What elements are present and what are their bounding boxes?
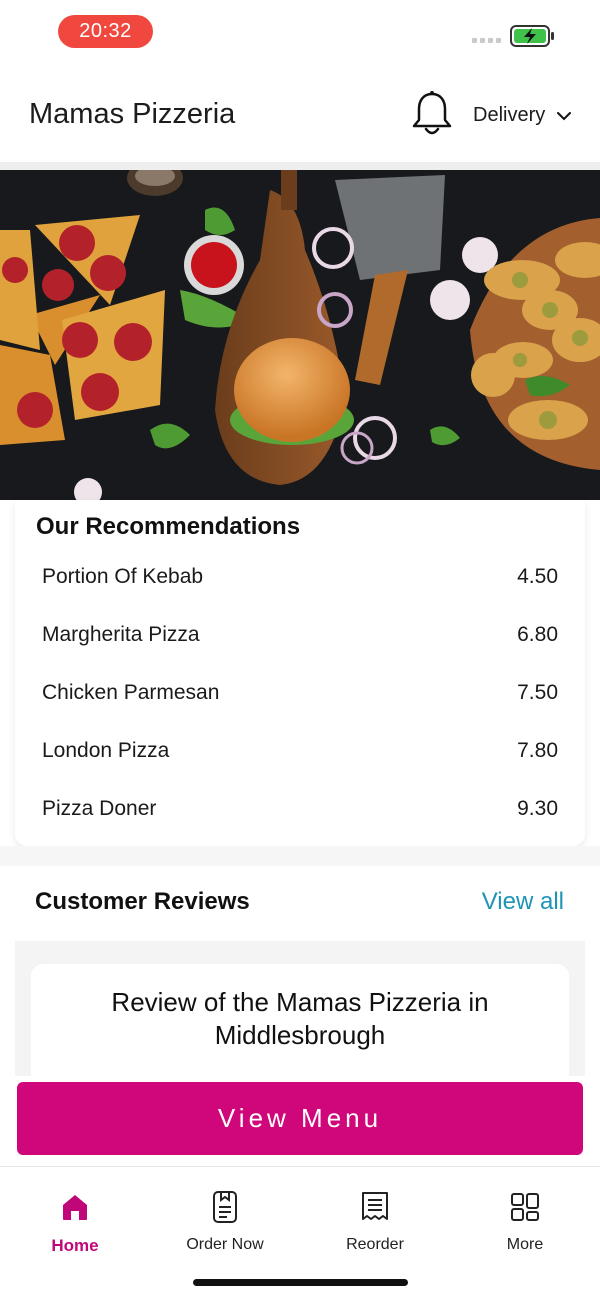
reviews-header: Customer Reviews View all — [15, 866, 585, 941]
nav-label: Order Now — [186, 1236, 264, 1253]
nav-item-reorder[interactable]: Reorder — [300, 1187, 450, 1254]
item-price: 6.80 — [517, 623, 558, 646]
item-price: 7.50 — [517, 681, 558, 704]
nav-label: Reorder — [346, 1236, 404, 1253]
hero-food-image — [0, 170, 600, 500]
recommendation-item[interactable]: Pizza Doner 9.30 — [42, 789, 558, 829]
nav-label: Home — [51, 1236, 99, 1255]
grid-icon — [511, 1193, 539, 1221]
review-card-title: Review of the Mamas Pizzeria in Middlesb… — [111, 987, 489, 1050]
item-price: 9.30 — [517, 797, 558, 820]
nav-label: More — [506, 1236, 544, 1253]
restaurant-title: Mamas Pizzeria — [29, 98, 236, 130]
item-name: Pizza Doner — [42, 797, 157, 820]
item-name: London Pizza — [42, 739, 170, 762]
review-card[interactable]: Review of the Mamas Pizzeria in Middlesb… — [31, 964, 569, 1084]
header-divider — [0, 162, 600, 170]
nav-item-home[interactable]: Home — [0, 1187, 150, 1256]
item-name: Portion Of Kebab — [42, 565, 204, 588]
item-name: Chicken Parmesan — [42, 681, 220, 704]
item-price: 4.50 — [517, 565, 558, 588]
recommendation-item[interactable]: Chicken Parmesan 7.50 — [42, 673, 558, 713]
status-bar: 20:32 — [0, 0, 600, 64]
order-icon — [213, 1191, 237, 1223]
home-icon — [63, 1195, 87, 1220]
delivery-selector[interactable]: Delivery — [473, 104, 572, 127]
view-all-link[interactable]: View all — [482, 888, 564, 916]
chevron-down-icon — [557, 111, 572, 120]
customer-reviews-section: Customer Reviews View all Review of the … — [15, 866, 585, 1084]
status-time: 20:32 — [58, 15, 153, 48]
recommendation-item[interactable]: Portion Of Kebab 4.50 — [42, 557, 558, 597]
notification-bell-icon[interactable] — [412, 90, 452, 138]
battery-icon — [510, 25, 554, 47]
reviews-title: Customer Reviews — [35, 888, 250, 915]
view-menu-button[interactable]: View Menu — [17, 1082, 583, 1155]
item-price: 7.80 — [517, 739, 558, 762]
home-indicator — [193, 1279, 408, 1286]
receipt-icon — [362, 1192, 388, 1220]
signal-icon — [472, 38, 501, 43]
nav-item-more[interactable]: More — [450, 1187, 600, 1254]
recommendation-item[interactable]: Margherita Pizza 6.80 — [42, 615, 558, 655]
item-name: Margherita Pizza — [42, 623, 200, 646]
section-gap — [0, 846, 600, 866]
recommendations-card: Our Recommendations Portion Of Kebab 4.5… — [15, 500, 585, 846]
recommendations-title: Our Recommendations — [36, 513, 301, 540]
recommendation-item[interactable]: London Pizza 7.80 — [42, 731, 558, 771]
nav-item-order-now[interactable]: Order Now — [150, 1187, 300, 1254]
delivery-label: Delivery — [473, 104, 546, 126]
